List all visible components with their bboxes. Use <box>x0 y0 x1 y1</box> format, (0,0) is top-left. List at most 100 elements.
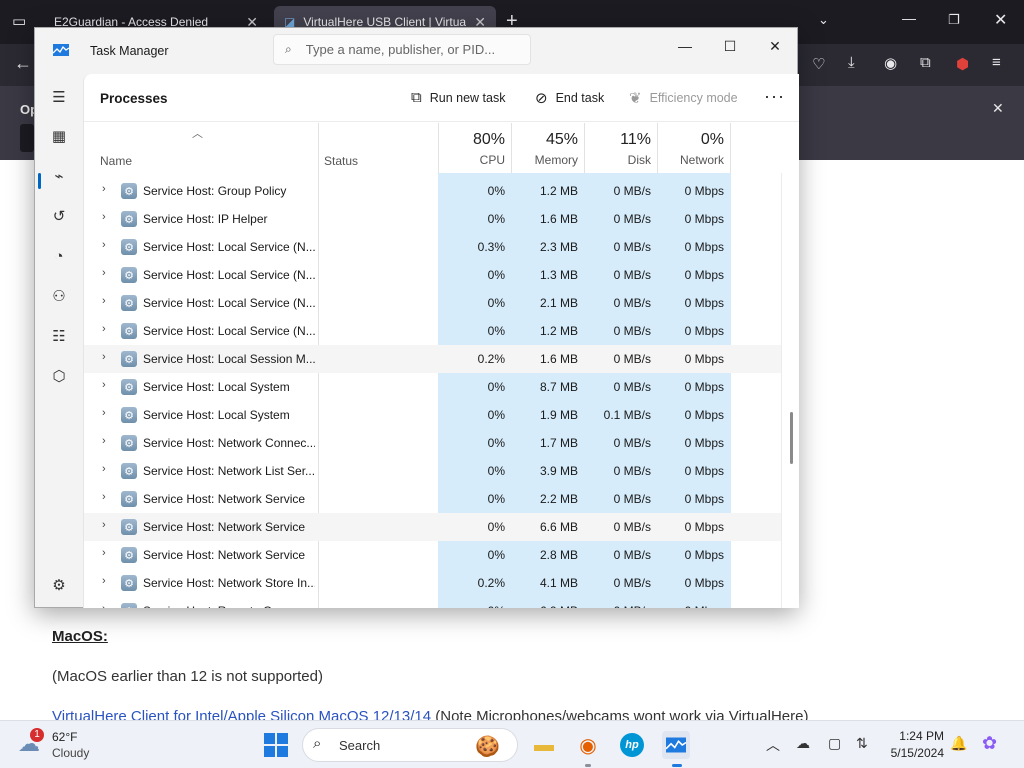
table-row[interactable]: › ⚙ Service Host: Remote C... 0% 6.9 MB 0 MB/… <box>84 597 782 608</box>
table-row[interactable]: › ⚙ Service Host: Network Connec... 0% 1.7 M… <box>84 429 782 457</box>
column-divider[interactable] <box>318 123 319 173</box>
nav-performance-icon[interactable]: ⌁ <box>45 162 73 190</box>
nav-settings-icon[interactable]: ⚙ <box>45 571 73 599</box>
search-box[interactable]: ⌕ <box>273 34 531 65</box>
nav-startup-apps-icon[interactable]: ◔ <box>45 242 73 270</box>
table-row[interactable]: › ⚙ Service Host: Local Service (N... 0% 1.2… <box>84 317 782 345</box>
nav-details-icon[interactable]: ☷ <box>45 322 73 350</box>
display-icon[interactable]: ▢ <box>828 735 841 752</box>
column-header-status[interactable]: Status <box>324 154 358 168</box>
cpu-usage-percent[interactable]: 80% <box>438 131 505 149</box>
process-disk: 0 MB/s <box>613 212 651 226</box>
network-sound-icon[interactable]: ⇅ <box>856 735 868 752</box>
expand-chevron-icon[interactable]: › <box>102 463 106 475</box>
table-row[interactable]: › ⚙ Service Host: Local Service (N... 0% 2.1… <box>84 289 782 317</box>
weather-condition[interactable]: Cloudy <box>52 746 89 760</box>
expand-chevron-icon[interactable]: › <box>102 295 106 307</box>
table-row[interactable]: › ⚙ Service Host: IP Helper 0% 1.6 MB 0 MB/s 0… <box>84 205 782 233</box>
end-task-button[interactable]: ⊘ End task <box>535 89 604 107</box>
banner-button[interactable] <box>20 124 34 152</box>
table-row[interactable]: › ⚙ Service Host: Local System 0% 1.9 MB 0.1 … <box>84 401 782 429</box>
restore-browser-icon[interactable]: ❐ <box>948 12 960 28</box>
scrollbar-thumb[interactable] <box>790 412 793 464</box>
back-arrow-icon[interactable]: ← <box>14 53 32 74</box>
column-header-name[interactable]: Name <box>100 154 132 168</box>
column-header-cpu[interactable]: CPU <box>438 153 505 167</box>
title-bar[interactable]: Task Manager ⌕ — ☐ ✕ <box>35 28 797 74</box>
expand-chevron-icon[interactable]: › <box>102 239 106 251</box>
service-gear-icon: ⚙ <box>121 379 137 395</box>
close-browser-icon[interactable]: ✕ <box>994 10 1007 30</box>
network-usage-percent[interactable]: 0% <box>657 131 724 149</box>
column-divider[interactable] <box>730 123 731 173</box>
task-manager-taskbar-icon[interactable] <box>662 731 690 759</box>
expand-chevron-icon[interactable]: › <box>102 183 106 195</box>
table-row[interactable]: › ⚙ Service Host: Network Store In... 0.2% 4… <box>84 569 782 597</box>
more-options-icon[interactable]: ··· <box>764 86 785 107</box>
expand-chevron-icon[interactable]: › <box>102 547 106 559</box>
process-cpu: 0.2% <box>477 352 505 366</box>
table-row[interactable]: › ⚙ Service Host: Local Service (N... 0.3% 2… <box>84 233 782 261</box>
file-explorer-icon[interactable]: ▬ <box>530 731 558 759</box>
disk-usage-percent[interactable]: 11% <box>584 131 651 149</box>
table-row[interactable]: › ⚙ Service Host: Local System 0% 8.7 MB 0 MB… <box>84 373 782 401</box>
expand-chevron-icon[interactable]: › <box>102 407 106 419</box>
firefox-icon[interactable]: ◉ <box>574 731 602 759</box>
table-row[interactable]: › ⚙ Service Host: Network Service 0% 2.2 MB 0… <box>84 485 782 513</box>
column-header-network[interactable]: Network <box>657 153 724 167</box>
process-network: 0 Mbps <box>684 184 724 198</box>
tab-list-icon[interactable]: ▭ <box>12 12 26 30</box>
ublock-icon[interactable]: ⬢ <box>956 55 969 73</box>
maximize-button[interactable]: ☐ <box>707 32 753 60</box>
search-input[interactable] <box>305 42 516 57</box>
show-hidden-icons-chevron-icon[interactable]: ︿ <box>766 735 780 755</box>
table-row[interactable]: › ⚙ Service Host: Local Session M... 0.2% 1.… <box>84 345 782 373</box>
expand-chevron-icon[interactable]: › <box>102 379 106 391</box>
column-header-row: ︿ Name Status 80% CPU 45% Memory 11% Dis… <box>84 123 799 173</box>
expand-chevron-icon[interactable]: › <box>102 603 106 608</box>
clock-date[interactable]: 5/15/2024 <box>876 746 944 760</box>
close-button[interactable]: ✕ <box>752 32 798 60</box>
taskbar-search[interactable]: ⌕ Search 🍪 <box>302 728 518 762</box>
table-row[interactable]: › ⚙ Service Host: Group Policy 0% 1.2 MB 0 MB… <box>84 177 782 205</box>
expand-chevron-icon[interactable]: › <box>102 435 106 447</box>
efficiency-mode-button[interactable]: ❦ Efficiency mode <box>629 89 738 107</box>
memory-usage-percent[interactable]: 45% <box>511 131 578 149</box>
onedrive-icon[interactable]: ☁ <box>796 735 810 752</box>
close-banner-icon[interactable]: ✕ <box>992 100 1004 117</box>
menu-icon[interactable]: ≡ <box>992 54 1001 71</box>
pocket-icon[interactable]: ♡ <box>812 55 825 73</box>
expand-chevron-icon[interactable]: › <box>102 351 106 363</box>
minimize-button[interactable]: — <box>662 32 708 60</box>
weather-temperature[interactable]: 62°F <box>52 730 77 744</box>
start-button[interactable] <box>264 733 288 757</box>
expand-chevron-icon[interactable]: › <box>102 267 106 279</box>
expand-chevron-icon[interactable]: › <box>102 491 106 503</box>
clock-time[interactable]: 1:24 PM <box>886 729 944 743</box>
expand-chevron-icon[interactable]: › <box>102 323 106 335</box>
leaf-icon: ❦ <box>629 90 642 107</box>
table-row[interactable]: › ⚙ Service Host: Network List Ser... 0% 3.9… <box>84 457 782 485</box>
column-header-memory[interactable]: Memory <box>511 153 578 167</box>
run-new-task-button[interactable]: ⧉ Run new task <box>411 89 505 106</box>
expand-chevron-icon[interactable]: › <box>102 211 106 223</box>
copilot-icon[interactable]: ✿ <box>982 733 997 754</box>
nav-services-icon[interactable]: ⬡ <box>45 362 73 390</box>
nav-processes-icon[interactable]: ▦ <box>45 122 73 150</box>
expand-chevron-icon[interactable]: › <box>102 519 106 531</box>
extensions-icon[interactable]: ⧉ <box>920 54 931 71</box>
nav-users-icon[interactable]: ⚇ <box>45 282 73 310</box>
table-row[interactable]: › ⚙ Service Host: Network Service 0% 2.8 MB 0… <box>84 541 782 569</box>
list-all-tabs-icon[interactable]: ⌄ <box>818 12 829 28</box>
table-row[interactable]: › ⚙ Service Host: Local Service (N... 0% 1.3… <box>84 261 782 289</box>
minimize-browser-icon[interactable]: — <box>902 10 916 26</box>
table-row[interactable]: › ⚙ Service Host: Network Service 0% 6.6 MB 0… <box>84 513 782 541</box>
nav-app-history-icon[interactable]: ↺ <box>45 202 73 230</box>
expand-chevron-icon[interactable]: › <box>102 575 106 587</box>
downloads-icon[interactable]: ⤓ <box>848 54 855 71</box>
account-icon[interactable]: ◉ <box>884 54 897 72</box>
column-header-disk[interactable]: Disk <box>584 153 651 167</box>
notification-bell-icon[interactable]: 🔔 <box>950 735 967 752</box>
hamburger-menu-icon[interactable]: ☰ <box>45 83 73 111</box>
hp-icon[interactable]: hp <box>618 731 646 759</box>
